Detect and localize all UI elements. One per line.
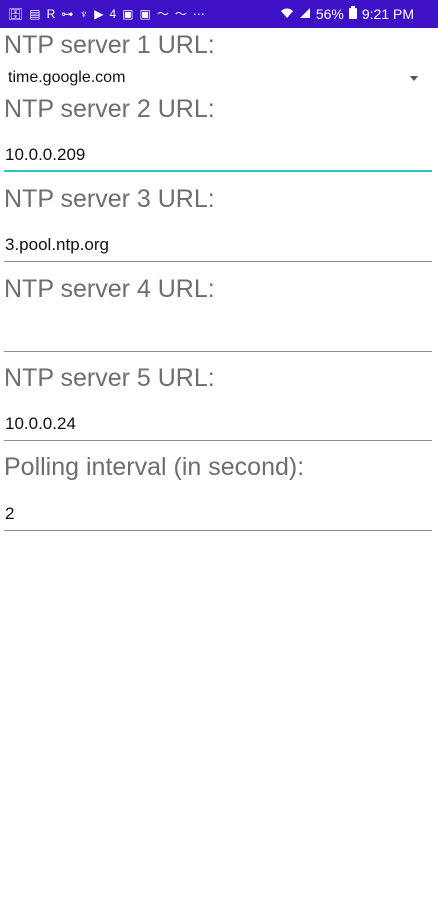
ntp-server-5-value: 10.0.0.24 [5, 414, 76, 433]
notification-icon: 4 [109, 7, 117, 21]
notification-icon: ♆ [79, 7, 89, 21]
ntp-server-1-label: NTP server 1 URL: [4, 31, 215, 59]
ntp-server-1-value: time.google.com [8, 69, 126, 86]
ntp-server-3-input[interactable]: 3.pool.ntp.org [4, 228, 432, 262]
polling-interval-value: 2 [5, 504, 15, 523]
notification-icons: 🗄 ▤ R ⊶ ♆ ▶ 4 ▣ ▣ 〜 〜 ⋯ [8, 0, 205, 28]
notification-icon: ⊶ [61, 7, 74, 21]
notification-icon: 〜 [156, 7, 169, 21]
wifi-icon [280, 0, 294, 28]
ntp-server-3-label: NTP server 3 URL: [4, 185, 215, 213]
ntp-server-4-input[interactable] [4, 318, 432, 352]
battery-icon [348, 0, 357, 28]
notification-icon: ▶ [94, 7, 104, 21]
notification-icon: ▣ [122, 7, 134, 21]
notification-icon: 〜 [174, 7, 187, 21]
ntp-server-3-value: 3.pool.ntp.org [5, 235, 109, 254]
notification-icon: ▤ [29, 7, 41, 21]
ntp-server-2-value: 10.0.0.209 [5, 145, 86, 164]
system-status: 56% 9:21 PM [280, 0, 414, 28]
notification-icon: ⋯ [192, 7, 205, 21]
battery-percent: 56% [315, 6, 344, 22]
status-bar: 🗄 ▤ R ⊶ ♆ ▶ 4 ▣ ▣ 〜 〜 ⋯ 56% 9:21 PM [0, 0, 438, 28]
polling-interval-label: Polling interval (in second): [4, 453, 305, 481]
ntp-server-4-label: NTP server 4 URL: [4, 275, 215, 303]
notification-icon: R [46, 7, 56, 21]
notification-icon: 🗄 [8, 7, 24, 21]
ntp-server-1-dropdown[interactable]: time.google.com [8, 64, 418, 92]
ntp-server-5-label: NTP server 5 URL: [4, 364, 215, 392]
ntp-server-2-label: NTP server 2 URL: [4, 95, 215, 123]
ntp-server-2-input[interactable]: 10.0.0.209 [4, 138, 432, 172]
ntp-server-5-input[interactable]: 10.0.0.24 [4, 407, 432, 441]
notification-icon: ▣ [139, 7, 151, 21]
dropdown-arrow-icon [410, 76, 418, 81]
signal-icon [299, 0, 311, 28]
polling-interval-input[interactable]: 2 [4, 497, 432, 531]
clock: 9:21 PM [361, 6, 414, 22]
